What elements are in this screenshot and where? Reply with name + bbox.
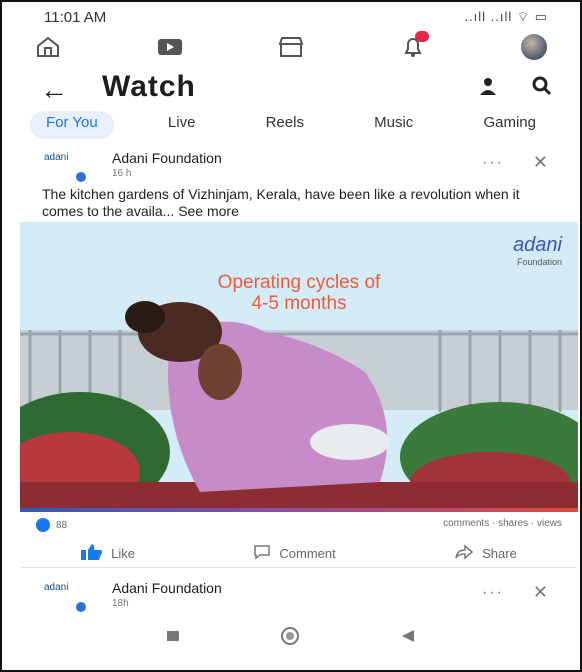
- comment-label: Comment: [279, 546, 336, 561]
- notifications-icon[interactable]: [395, 31, 431, 61]
- profile-avatar[interactable]: [516, 33, 552, 61]
- status-time: 11:01 AM: [44, 9, 107, 26]
- video-headline-line2: 4-5 months: [251, 293, 347, 314]
- post-header: adani Adani Foundation 16 h ··· ✕: [36, 148, 556, 188]
- notification-badge: [414, 31, 429, 42]
- post2-author[interactable]: Adani Foundation: [112, 580, 222, 596]
- home-icon[interactable]: [30, 33, 66, 61]
- like-button[interactable]: Like: [81, 540, 135, 567]
- reaction-count[interactable]: 88: [56, 520, 67, 531]
- post-stats: 88 comments · shares · views: [36, 516, 562, 536]
- post2-time: 18h: [112, 598, 129, 609]
- back-arrow-icon[interactable]: ←: [40, 74, 68, 106]
- like-label: Like: [111, 546, 136, 561]
- page-logo-text-2: adani: [44, 582, 69, 593]
- post-video[interactable]: adani Foundation Operating cycles of 4-5…: [20, 222, 578, 512]
- video-headline: Operating cycles of 4-5 months: [20, 272, 578, 314]
- close-icon[interactable]: ✕: [533, 152, 548, 173]
- video-icon[interactable]: [152, 33, 188, 61]
- caption-text: The kitchen gardens of Vizhinjam, Kerala…: [42, 186, 520, 219]
- tab-live[interactable]: Live: [152, 111, 212, 139]
- see-more-link[interactable]: See more: [178, 203, 239, 219]
- thumbs-up-icon: [81, 544, 103, 563]
- profile-icon[interactable]: [478, 76, 498, 101]
- page-title: Watch: [102, 70, 196, 103]
- video-brand-sub: Foundation: [516, 257, 562, 267]
- close-icon[interactable]: ✕: [533, 582, 548, 603]
- home-button-icon[interactable]: [280, 626, 300, 649]
- post-author[interactable]: Adani Foundation: [112, 150, 222, 166]
- back-button-icon[interactable]: [400, 629, 416, 646]
- watch-header: ← Watch: [40, 70, 552, 110]
- recent-apps-icon[interactable]: [166, 629, 180, 645]
- avatar: [521, 34, 547, 60]
- more-options-icon[interactable]: ···: [482, 584, 504, 602]
- video-brand-logo: adani Foundation: [513, 234, 562, 267]
- status-icons: ..ıll ..ıll ⌔ ▭: [464, 9, 548, 24]
- share-label: Share: [482, 546, 517, 561]
- verified-badge-icon: [74, 600, 88, 614]
- comment-icon: [253, 544, 271, 563]
- system-navigation: [0, 622, 582, 652]
- share-icon: [454, 544, 474, 563]
- tab-gaming[interactable]: Gaming: [467, 111, 552, 139]
- like-reaction-icon: [36, 518, 50, 532]
- share-button[interactable]: Share: [454, 540, 517, 567]
- search-icon[interactable]: [532, 76, 552, 101]
- comment-button[interactable]: Comment: [253, 540, 336, 567]
- post-actions: Like Comment Share: [22, 540, 576, 568]
- marketplace-icon[interactable]: [273, 33, 309, 61]
- more-options-icon[interactable]: ···: [482, 154, 504, 172]
- top-navigation: [30, 30, 552, 64]
- post-caption: The kitchen gardens of Vizhinjam, Kerala…: [42, 186, 556, 220]
- video-frame: [20, 222, 578, 512]
- tab-music[interactable]: Music: [358, 111, 429, 139]
- post-time: 16 h: [112, 168, 132, 179]
- tab-for-you[interactable]: For You: [30, 111, 114, 139]
- tab-reels[interactable]: Reels: [250, 111, 320, 139]
- video-brand: adani: [513, 234, 562, 256]
- status-bar: 11:01 AM ..ıll ..ıll ⌔ ▭: [0, 6, 582, 32]
- video-headline-line1: Operating cycles of: [217, 272, 381, 293]
- engagement-summary[interactable]: comments · shares · views: [443, 518, 562, 529]
- next-post-header: adani Adani Foundation 18h ··· ✕: [36, 578, 556, 618]
- page-logo-text: adani: [44, 152, 69, 163]
- watch-tabs: For You Live Reels Music Gaming: [30, 111, 552, 139]
- verified-badge-icon: [74, 170, 88, 184]
- video-progress-bar[interactable]: [20, 508, 578, 512]
